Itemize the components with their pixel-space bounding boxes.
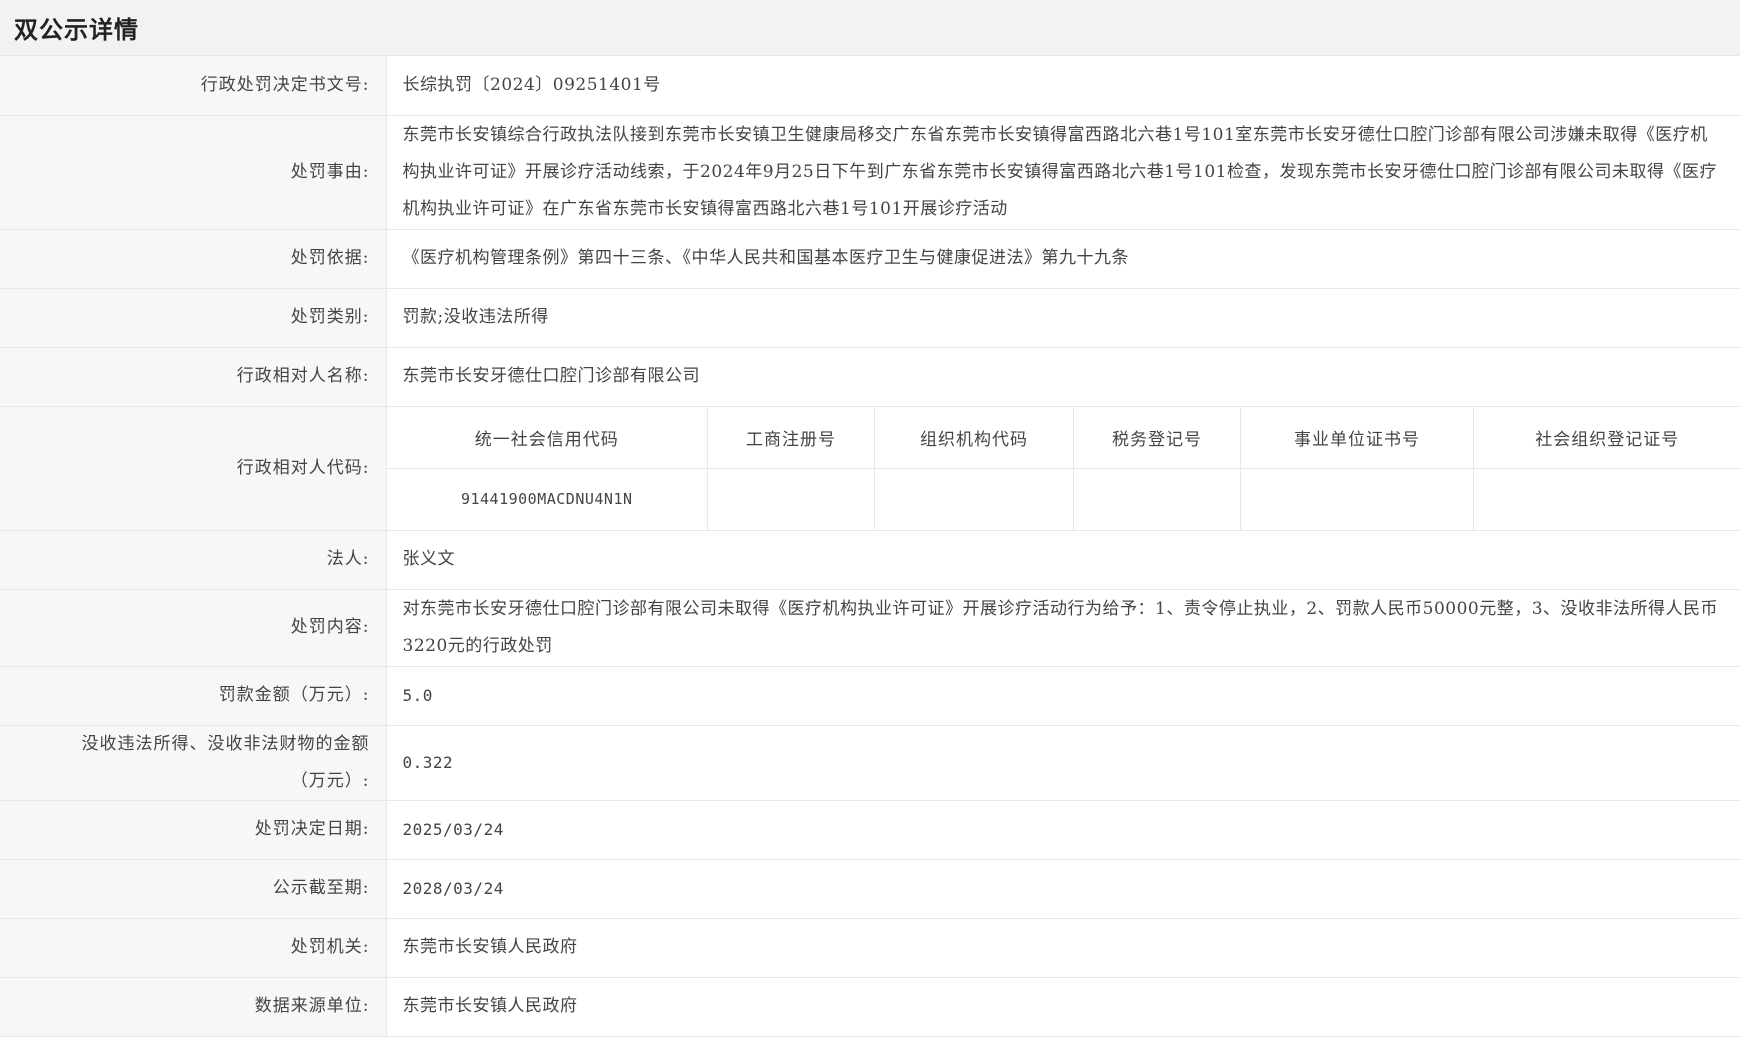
row-category: 处罚类别: 罚款;没收违法所得 xyxy=(0,288,1740,348)
code-val-org xyxy=(874,468,1074,530)
value-decision-no: 长综执罚〔2024〕09251401号 xyxy=(386,56,1740,116)
value-publicity-deadline: 2028/03/24 xyxy=(386,859,1740,919)
code-col-business-reg: 工商注册号 xyxy=(707,406,875,469)
value-legal-person: 张义文 xyxy=(386,530,1740,590)
code-col-institution: 事业单位证书号 xyxy=(1240,406,1474,469)
code-val-business-reg xyxy=(707,468,875,530)
code-col-social-org: 社会组织登记证号 xyxy=(1473,406,1740,469)
decision-date-text: 2025/03/24 xyxy=(402,819,504,839)
row-decision-date: 处罚决定日期: 2025/03/24 xyxy=(0,800,1740,860)
label-content: 处罚内容: xyxy=(0,589,387,667)
label-category: 处罚类别: xyxy=(0,288,387,348)
code-val-credit: 91441900MACDNU4N1N xyxy=(386,468,708,530)
code-val-tax xyxy=(1073,468,1241,530)
value-authority: 东莞市长安镇人民政府 xyxy=(386,918,1740,978)
code-col-org: 组织机构代码 xyxy=(874,406,1074,469)
code-col-tax: 税务登记号 xyxy=(1073,406,1241,469)
value-reason: 东莞市长安镇综合行政执法队接到东莞市长安镇卫生健康局移交广东省东莞市长安镇得富西… xyxy=(386,115,1740,230)
value-party-name: 东莞市长安牙德仕口腔门诊部有限公司 xyxy=(386,347,1740,407)
row-basis: 处罚依据: 《医疗机构管理条例》第四十三条、《中华人民共和国基本医疗卫生与健康促… xyxy=(0,229,1740,289)
label-fine-amount: 罚款金额（万元）: xyxy=(0,666,387,726)
row-fine-amount: 罚款金额（万元）: 5.0 xyxy=(0,666,1740,726)
code-col-credit: 统一社会信用代码 xyxy=(386,406,708,469)
value-category: 罚款;没收违法所得 xyxy=(386,288,1740,348)
row-legal-person: 法人: 张义文 xyxy=(0,530,1740,590)
detail-table: 行政处罚决定书文号: 长综执罚〔2024〕09251401号 处罚事由: 东莞市… xyxy=(0,56,1740,1037)
code-val-institution xyxy=(1240,468,1474,530)
row-party-code: 行政相对人代码: 统一社会信用代码 工商注册号 组织机构代码 税务登记号 事业单… xyxy=(0,406,1740,531)
label-reason: 处罚事由: xyxy=(0,115,387,230)
confiscation-amount-number: 0.322 xyxy=(402,752,454,772)
label-publicity-deadline: 公示截至期: xyxy=(0,859,387,919)
fine-amount-number: 5.0 xyxy=(402,685,433,705)
party-code-header-row: 统一社会信用代码 工商注册号 组织机构代码 税务登记号 事业单位证书号 社会组织… xyxy=(386,406,1740,469)
page-title: 双公示详情 xyxy=(14,16,139,44)
party-code-cell: 统一社会信用代码 工商注册号 组织机构代码 税务登记号 事业单位证书号 社会组织… xyxy=(386,406,1740,531)
label-authority: 处罚机关: xyxy=(0,918,387,978)
label-data-source: 数据来源单位: xyxy=(0,977,387,1037)
row-confiscation-amount: 没收违法所得、没收非法财物的金额（万元）: 0.322 xyxy=(0,725,1740,801)
value-content: 对东莞市长安牙德仕口腔门诊部有限公司未取得《医疗机构执业许可证》开展诊疗活动行为… xyxy=(386,589,1740,667)
row-party-name: 行政相对人名称: 东莞市长安牙德仕口腔门诊部有限公司 xyxy=(0,347,1740,407)
label-party-code: 行政相对人代码: xyxy=(0,406,387,531)
row-reason: 处罚事由: 东莞市长安镇综合行政执法队接到东莞市长安镇卫生健康局移交广东省东莞市… xyxy=(0,115,1740,230)
label-decision-no: 行政处罚决定书文号: xyxy=(0,56,387,116)
publicity-deadline-text: 2028/03/24 xyxy=(402,878,504,898)
detail-page: 双公示详情 行政处罚决定书文号: 长综执罚〔2024〕09251401号 处罚事… xyxy=(0,0,1740,1040)
party-code-value-row: 91441900MACDNU4N1N xyxy=(386,468,1740,530)
label-legal-person: 法人: xyxy=(0,530,387,590)
label-decision-date: 处罚决定日期: xyxy=(0,800,387,860)
value-decision-date: 2025/03/24 xyxy=(386,800,1740,860)
page-header: 双公示详情 xyxy=(0,0,1740,56)
label-basis: 处罚依据: xyxy=(0,229,387,289)
row-data-source: 数据来源单位: 东莞市长安镇人民政府 xyxy=(0,977,1740,1037)
row-content: 处罚内容: 对东莞市长安牙德仕口腔门诊部有限公司未取得《医疗机构执业许可证》开展… xyxy=(0,589,1740,667)
row-decision-no: 行政处罚决定书文号: 长综执罚〔2024〕09251401号 xyxy=(0,56,1740,116)
row-publicity-deadline: 公示截至期: 2028/03/24 xyxy=(0,859,1740,919)
value-confiscation-amount: 0.322 xyxy=(386,725,1740,801)
row-authority: 处罚机关: 东莞市长安镇人民政府 xyxy=(0,918,1740,978)
value-basis: 《医疗机构管理条例》第四十三条、《中华人民共和国基本医疗卫生与健康促进法》第九十… xyxy=(386,229,1740,289)
value-data-source: 东莞市长安镇人民政府 xyxy=(386,977,1740,1037)
party-code-table: 统一社会信用代码 工商注册号 组织机构代码 税务登记号 事业单位证书号 社会组织… xyxy=(386,406,1740,530)
label-party-name: 行政相对人名称: xyxy=(0,347,387,407)
code-val-social-org xyxy=(1474,468,1740,530)
label-confiscation-amount: 没收违法所得、没收非法财物的金额（万元）: xyxy=(0,725,387,801)
value-fine-amount: 5.0 xyxy=(386,666,1740,726)
